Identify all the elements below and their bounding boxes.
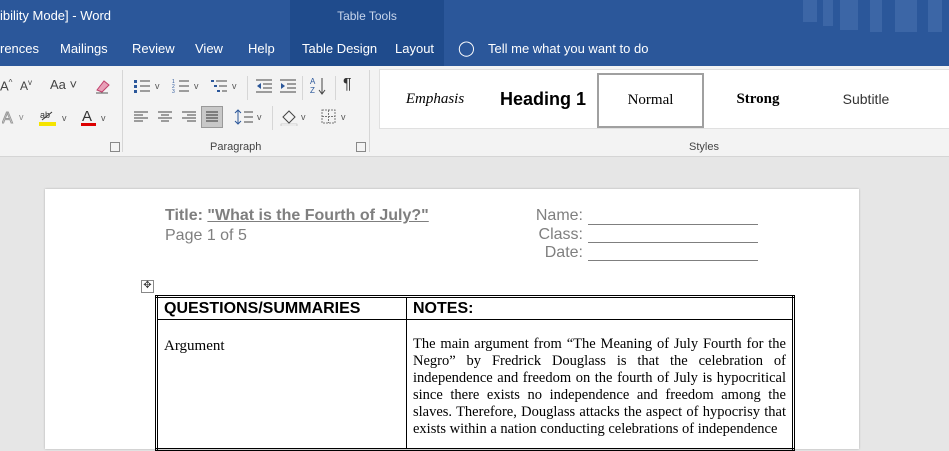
align-left-icon[interactable] [133, 110, 149, 124]
font-color-icon[interactable]: Av [80, 108, 110, 128]
svg-text:v: v [62, 113, 67, 123]
group-separator [247, 76, 248, 100]
decrease-indent-icon[interactable] [255, 78, 273, 94]
group-separator [302, 76, 303, 100]
tell-me-area: ◯ Tell me what you want to do [444, 32, 949, 66]
multilevel-list-icon[interactable]: v [210, 78, 240, 94]
svg-text:v: v [341, 112, 346, 122]
svg-text:v: v [301, 112, 306, 122]
ribbon: A^ Av Aa ˅ Av ab v Av v 123v v AZ ¶ v v v… [0, 66, 949, 157]
title-bar: ibility Mode] - Word [0, 0, 949, 32]
tell-me-search[interactable]: ◯ Tell me what you want to do [458, 39, 648, 57]
svg-text:Z: Z [310, 86, 315, 95]
increase-indent-icon[interactable] [279, 78, 297, 94]
header-questions[interactable]: QUESTIONS/SUMMARIES [156, 296, 407, 320]
svg-text:v: v [232, 81, 237, 91]
svg-text:v: v [101, 113, 106, 123]
style-heading-1[interactable]: Heading 1 [490, 70, 596, 128]
decorative-pattern [803, 0, 817, 22]
group-separator [272, 106, 273, 130]
tab-layout[interactable]: Layout [395, 41, 434, 56]
numbering-icon[interactable]: 123v [172, 78, 202, 94]
show-formatting-marks-icon[interactable]: ¶ [343, 76, 352, 94]
page-number-text: Page 1 of 5 [165, 227, 247, 244]
group-separator [335, 76, 336, 100]
styles-gallery: Emphasis Heading 1 Normal Strong Subtitl… [379, 69, 949, 129]
svg-text:v: v [257, 112, 262, 122]
text-highlight-color-icon[interactable]: ab v [38, 108, 72, 128]
style-strong[interactable]: Strong [704, 70, 812, 128]
svg-text:A: A [2, 110, 13, 126]
borders-icon[interactable]: v [320, 108, 352, 126]
paragraph-group-label: Paragraph [210, 141, 262, 153]
decorative-pattern [823, 0, 833, 26]
align-right-icon[interactable] [181, 110, 197, 124]
decorative-pattern [870, 0, 882, 32]
align-center-icon[interactable] [157, 110, 173, 124]
shrink-font-button[interactable]: Av [20, 78, 32, 93]
svg-text:v: v [155, 81, 160, 91]
date-field-label: Date: [544, 244, 583, 261]
svg-text:3: 3 [172, 89, 175, 94]
group-separator [122, 70, 123, 152]
style-emphasis[interactable]: Emphasis [380, 70, 490, 128]
svg-text:v: v [19, 112, 24, 122]
justify-icon [206, 111, 218, 122]
question-cell[interactable]: Argument [156, 319, 407, 450]
shading-icon[interactable]: v [280, 108, 312, 126]
text-effects-icon[interactable]: Av [2, 108, 28, 127]
lightbulb-icon: ◯ [458, 40, 475, 57]
svg-text:v: v [194, 81, 199, 91]
title-prefix: Title: [165, 207, 208, 224]
date-field-line [588, 260, 758, 261]
svg-text:A: A [310, 77, 316, 86]
decorative-pattern [928, 0, 942, 32]
styles-group-label: Styles [689, 141, 719, 153]
table-tools-label: Table Tools [337, 9, 397, 23]
bullets-icon[interactable]: v [133, 78, 163, 94]
tab-review[interactable]: Review [132, 41, 175, 56]
clear-formatting-icon[interactable] [94, 78, 112, 94]
title-quote: "What is the Fourth of July?" [207, 207, 429, 224]
change-case-button[interactable]: Aa ˅ [50, 77, 77, 92]
class-field-label: Class: [538, 226, 583, 243]
group-separator [369, 70, 370, 152]
name-field-line [588, 224, 758, 225]
tell-me-label: Tell me what you want to do [488, 41, 649, 56]
table-tools-group: Table Tools Table Design Layout [290, 0, 444, 66]
notes-cell[interactable]: The main argument from “The Meaning of J… [406, 319, 794, 450]
style-normal[interactable]: Normal [597, 73, 704, 128]
tab-mailings[interactable]: Mailings [60, 41, 108, 56]
name-field-label: Name: [535, 207, 583, 224]
paragraph-dialog-launcher-icon[interactable] [356, 142, 366, 152]
decorative-pattern [895, 0, 917, 32]
document-page[interactable]: Title: "What is the Fourth of July?" Pag… [45, 189, 859, 451]
notes-table: QUESTIONS/SUMMARIES NOTES: Argument The … [155, 295, 795, 451]
tab-references[interactable]: rences [0, 41, 39, 56]
table-row: Argument The main argument from “The Mea… [156, 319, 794, 450]
table-header-row: QUESTIONS/SUMMARIES NOTES: [156, 296, 794, 320]
document-title: Title: "What is the Fourth of July?" [165, 207, 429, 225]
line-spacing-icon[interactable]: v [234, 108, 266, 126]
tab-view[interactable]: View [195, 41, 223, 56]
style-subtitle[interactable]: Subtitle [812, 70, 920, 128]
class-field-line [588, 242, 758, 243]
grow-font-button[interactable]: A^ [0, 78, 12, 93]
table-move-handle-icon[interactable]: ✥ [141, 280, 154, 293]
tab-table-design[interactable]: Table Design [302, 41, 377, 56]
font-dialog-launcher-icon[interactable] [110, 142, 120, 152]
window-title: ibility Mode] - Word [0, 8, 112, 23]
sort-icon[interactable]: AZ [310, 76, 330, 96]
svg-text:A: A [82, 108, 92, 125]
decorative-pattern [840, 0, 858, 30]
header-notes[interactable]: NOTES: [406, 296, 794, 320]
tab-help[interactable]: Help [248, 41, 275, 56]
justify-button[interactable] [201, 106, 223, 128]
